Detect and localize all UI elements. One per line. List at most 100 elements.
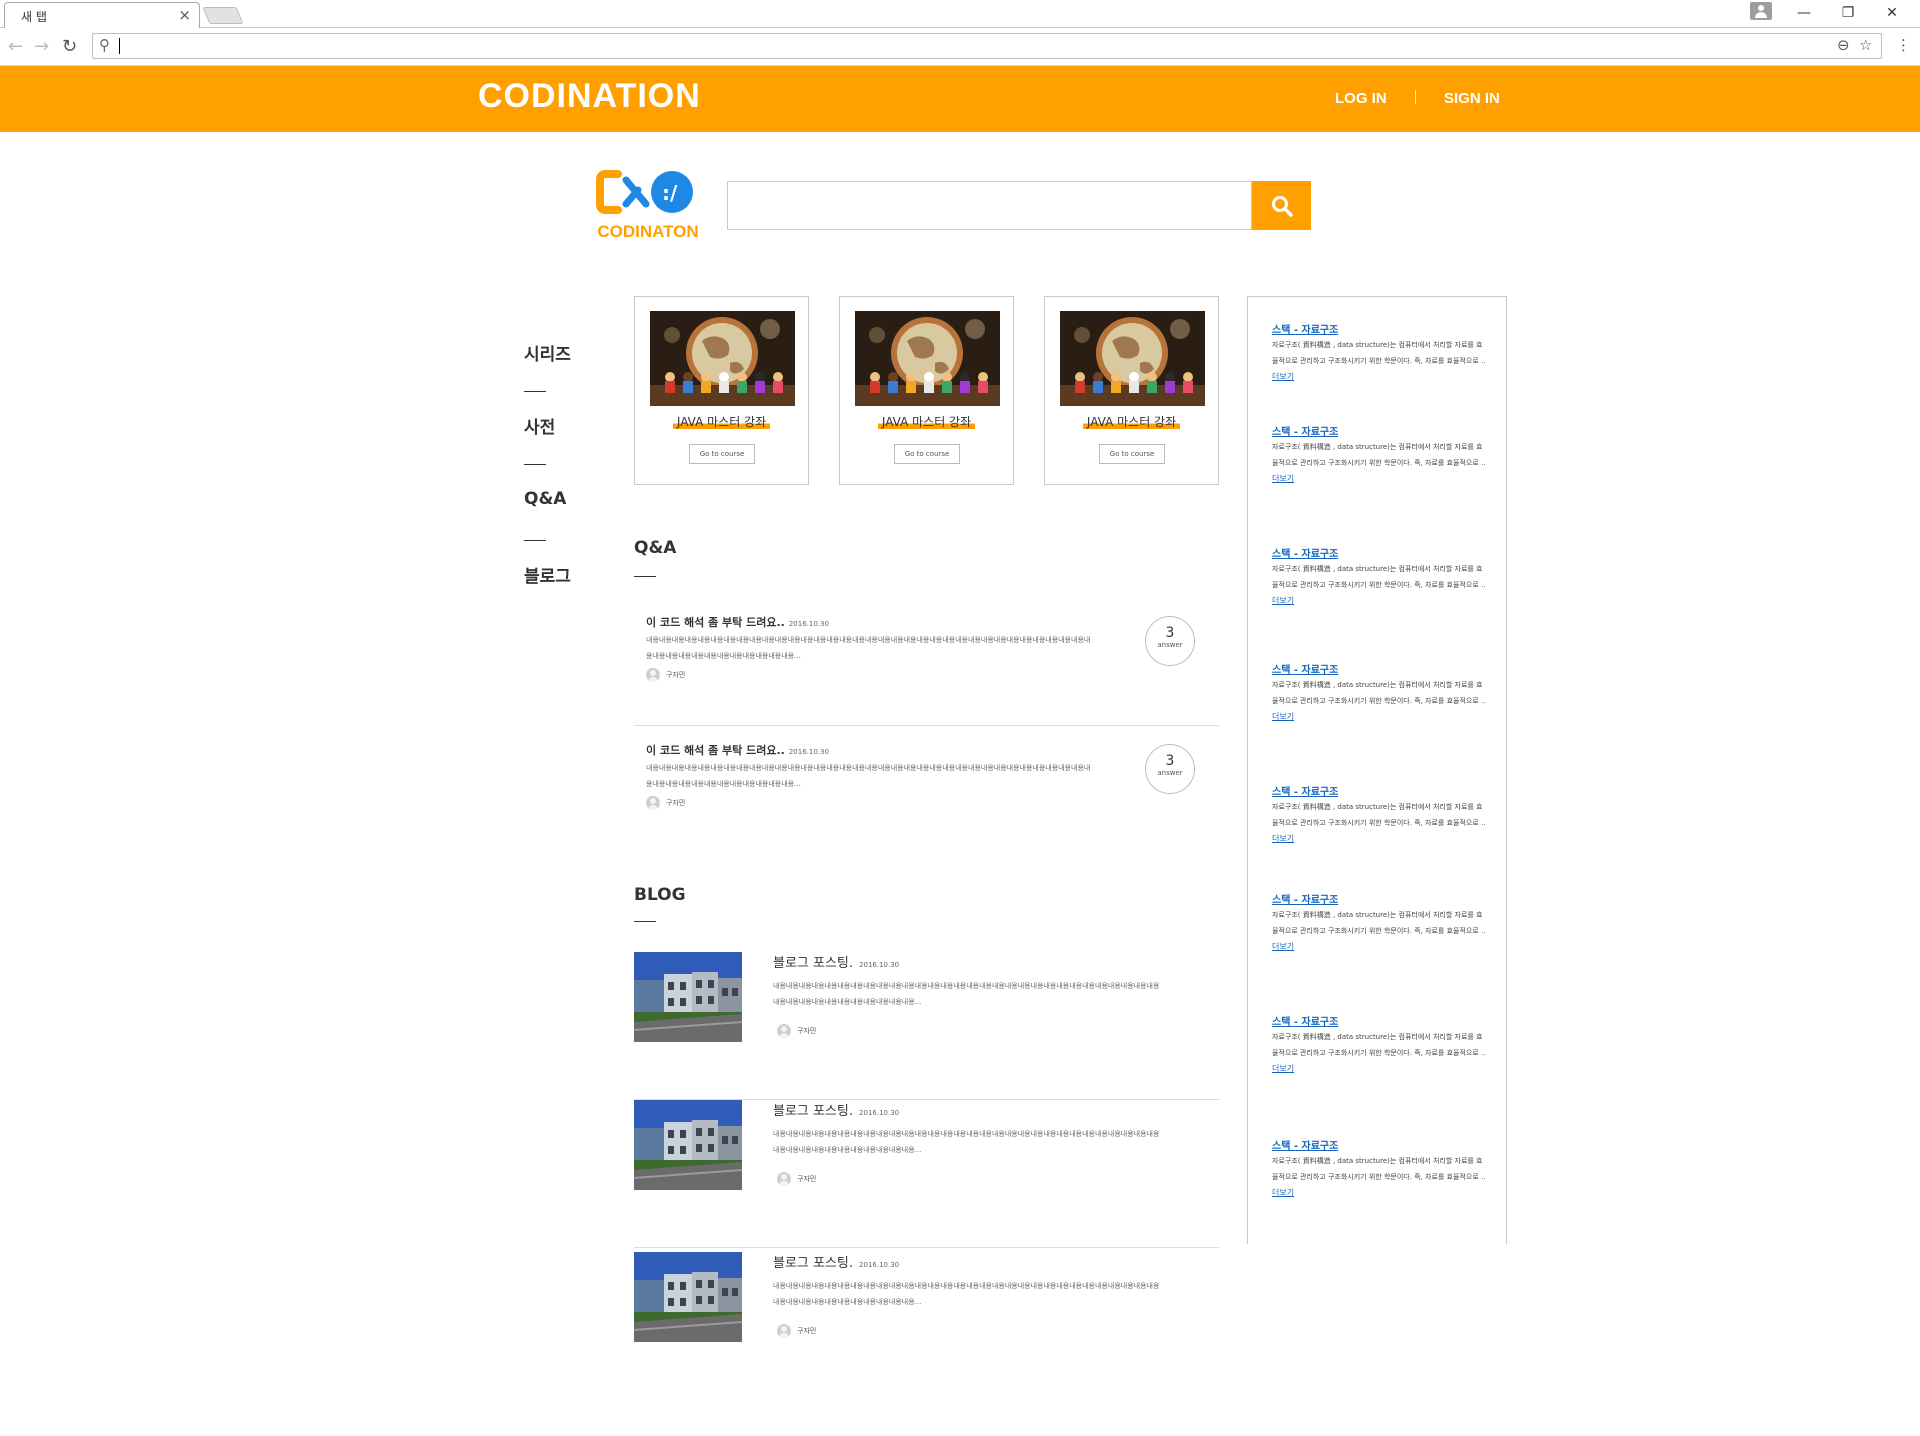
dictionary-item: 스택 - 자료구조 자료구조( 資料構造 , data structure)는 … [1272, 423, 1487, 487]
blog-item-date: 2016.10.30 [859, 961, 900, 969]
text-caret [119, 38, 120, 54]
answer-count-badge[interactable]: 3 answer [1145, 744, 1195, 794]
dictionary-item-body: 자료구조( 資料構造 , data structure)는 컴퓨터에서 처리할 … [1272, 1157, 1486, 1197]
side-nav-dictionary[interactable]: 사전 [524, 413, 555, 438]
course-card[interactable]: JAVA 마스터 강좌 Go to course [839, 296, 1014, 485]
dictionary-item-title[interactable]: 스택 - 자료구조 [1272, 321, 1487, 336]
profile-icon[interactable] [1750, 2, 1772, 20]
course-card[interactable]: JAVA 마스터 강좌 Go to course [1044, 296, 1219, 485]
blog-item-body: 내용내용내용내용내용내용내용내용내용내용내용내용내용내용내용내용내용내용내용내용… [773, 982, 1160, 1006]
search-input[interactable] [727, 181, 1252, 230]
logo-text: CODINATON [597, 222, 699, 241]
avatar-icon [777, 1024, 791, 1038]
site-logo[interactable]: :/ CODINATON [596, 168, 700, 244]
blog-item-date: 2016.10.30 [859, 1261, 900, 1269]
blog-item-author: 구자민 [777, 1172, 816, 1186]
window-close-icon[interactable]: ✕ [1870, 0, 1914, 28]
dictionary-item: 스택 - 자료구조 자료구조( 資料構造 , data structure)는 … [1272, 545, 1487, 609]
course-card[interactable]: JAVA 마스터 강좌 Go to course [634, 296, 809, 485]
restore-icon[interactable]: ❐ [1826, 0, 1870, 28]
new-tab-button[interactable] [202, 7, 244, 24]
minimize-icon[interactable]: — [1782, 0, 1826, 28]
dictionary-item-body: 자료구조( 資料構造 , data structure)는 컴퓨터에서 처리할 … [1272, 1033, 1486, 1073]
browser-tab[interactable]: 새 탭 × [4, 2, 200, 28]
avatar-icon [777, 1172, 791, 1186]
blog-item-author: 구자민 [777, 1024, 816, 1038]
course-title: JAVA 마스터 강좌 [1045, 413, 1218, 430]
qa-item-body: 내용내용내용내용내용내용내용내용내용내용내용내용내용내용내용내용내용내용내용내용… [646, 764, 1091, 788]
qa-list-item[interactable]: 이 코드 해석 좀 부탁 드려요.. 2016.10.30 내용내용내용내용내용내… [634, 606, 1219, 726]
dictionary-item-title[interactable]: 스택 - 자료구조 [1272, 891, 1487, 906]
dictionary-item-title[interactable]: 스택 - 자료구조 [1272, 1137, 1487, 1152]
dictionary-item-title[interactable]: 스택 - 자료구조 [1272, 423, 1487, 438]
search-button[interactable] [1252, 181, 1311, 230]
blog-list-item[interactable]: 블로그 포스팅. 2016.10.30 내용내용내용내용내용내용내용내용내용내용내… [634, 1100, 1219, 1248]
tab-title: 새 탭 [21, 10, 47, 24]
browser-menu-icon[interactable]: ⋮ [1896, 36, 1911, 54]
section-divider [634, 576, 656, 577]
blog-item-author: 구자민 [777, 1324, 816, 1338]
forward-icon[interactable]: → [34, 36, 49, 57]
avatar-icon [777, 1324, 791, 1338]
dictionary-item-title[interactable]: 스택 - 자료구조 [1272, 1013, 1487, 1028]
dictionary-item-body: 자료구조( 資料構造 , data structure)는 컴퓨터에서 처리할 … [1272, 443, 1486, 483]
reload-icon[interactable]: ↻ [62, 36, 77, 57]
dictionary-item-title[interactable]: 스택 - 자료구조 [1272, 783, 1487, 798]
qa-item-date: 2016.10.30 [788, 620, 829, 628]
omnibox-search-icon: ⚲ [99, 36, 110, 54]
blog-thumbnail [634, 952, 742, 1042]
browser-toolbar: ← → ↻ ⚲ ⊖ ☆ ⋮ [0, 28, 1920, 66]
blog-section-title: BLOG [634, 885, 686, 905]
more-link[interactable]: 더보기 [1272, 474, 1294, 483]
more-link[interactable]: 더보기 [1272, 712, 1294, 721]
address-bar[interactable]: ⚲ ⊖ ☆ [92, 33, 1882, 59]
tab-close-icon[interactable]: × [178, 6, 191, 24]
answer-count: 3 [1165, 625, 1175, 641]
dictionary-item: 스택 - 자료구조 자료구조( 資料構造 , data structure)는 … [1272, 891, 1487, 955]
dictionary-item-body: 자료구조( 資料構造 , data structure)는 컴퓨터에서 처리할 … [1272, 565, 1486, 605]
qa-item-author: 구자민 [646, 796, 685, 810]
signin-link[interactable]: SIGN IN [1444, 90, 1500, 107]
more-link[interactable]: 더보기 [1272, 372, 1294, 381]
blog-list-item[interactable]: 블로그 포스팅. 2016.10.30 내용내용내용내용내용내용내용내용내용내용내… [634, 1252, 1219, 1400]
course-title: JAVA 마스터 강좌 [840, 413, 1013, 430]
dictionary-item-title[interactable]: 스택 - 자료구조 [1272, 545, 1487, 560]
qa-item-date: 2016.10.30 [788, 748, 829, 756]
dictionary-item: 스택 - 자료구조 자료구조( 資料構造 , data structure)는 … [1272, 661, 1487, 725]
qa-item-title[interactable]: 이 코드 해석 좀 부탁 드려요.. 2016.10.30 [646, 614, 829, 630]
dictionary-item: 스택 - 자료구조 자료구조( 資料構造 , data structure)는 … [1272, 1013, 1487, 1077]
blog-item-title[interactable]: 블로그 포스팅. 2016.10.30 [773, 952, 899, 971]
more-link[interactable]: 더보기 [1272, 596, 1294, 605]
dictionary-item: 스택 - 자료구조 자료구조( 資料構造 , data structure)는 … [1272, 783, 1487, 847]
more-link[interactable]: 더보기 [1272, 942, 1294, 951]
go-to-course-button[interactable]: Go to course [689, 444, 755, 464]
more-link[interactable]: 더보기 [1272, 834, 1294, 843]
side-nav-qa[interactable]: Q&A [524, 489, 566, 509]
blog-list-item[interactable]: 블로그 포스팅. 2016.10.30 내용내용내용내용내용내용내용내용내용내용내… [634, 952, 1219, 1100]
dictionary-item-title[interactable]: 스택 - 자료구조 [1272, 661, 1487, 676]
more-link[interactable]: 더보기 [1272, 1064, 1294, 1073]
course-thumbnail [650, 311, 795, 406]
answer-count-badge[interactable]: 3 answer [1145, 616, 1195, 666]
course-thumbnail [855, 311, 1000, 406]
blog-item-title[interactable]: 블로그 포스팅. 2016.10.30 [773, 1252, 899, 1271]
side-nav-blog[interactable]: 블로그 [524, 562, 571, 587]
avatar-icon [646, 668, 660, 682]
logo-mark-icon: :/ [596, 170, 693, 214]
side-nav-series[interactable]: 시리즈 [524, 340, 571, 365]
zoom-icon[interactable]: ⊖ [1837, 36, 1850, 54]
blog-item-title[interactable]: 블로그 포스팅. 2016.10.30 [773, 1100, 899, 1119]
blog-thumbnail [634, 1252, 742, 1342]
answer-count: 3 [1165, 753, 1175, 769]
bookmark-star-icon[interactable]: ☆ [1859, 36, 1872, 54]
brand-logo-text[interactable]: CODINATION [478, 77, 701, 116]
qa-list-item[interactable]: 이 코드 해석 좀 부탁 드려요.. 2016.10.30 내용내용내용내용내용내… [634, 734, 1219, 854]
more-link[interactable]: 더보기 [1272, 1188, 1294, 1197]
dictionary-item-body: 자료구조( 資料構造 , data structure)는 컴퓨터에서 처리할 … [1272, 911, 1486, 951]
back-icon[interactable]: ← [8, 36, 23, 57]
qa-item-title[interactable]: 이 코드 해석 좀 부탁 드려요.. 2016.10.30 [646, 742, 829, 758]
dictionary-item-body: 자료구조( 資料構造 , data structure)는 컴퓨터에서 처리할 … [1272, 341, 1486, 381]
go-to-course-button[interactable]: Go to course [1099, 444, 1165, 464]
go-to-course-button[interactable]: Go to course [894, 444, 960, 464]
login-link[interactable]: LOG IN [1335, 90, 1387, 107]
